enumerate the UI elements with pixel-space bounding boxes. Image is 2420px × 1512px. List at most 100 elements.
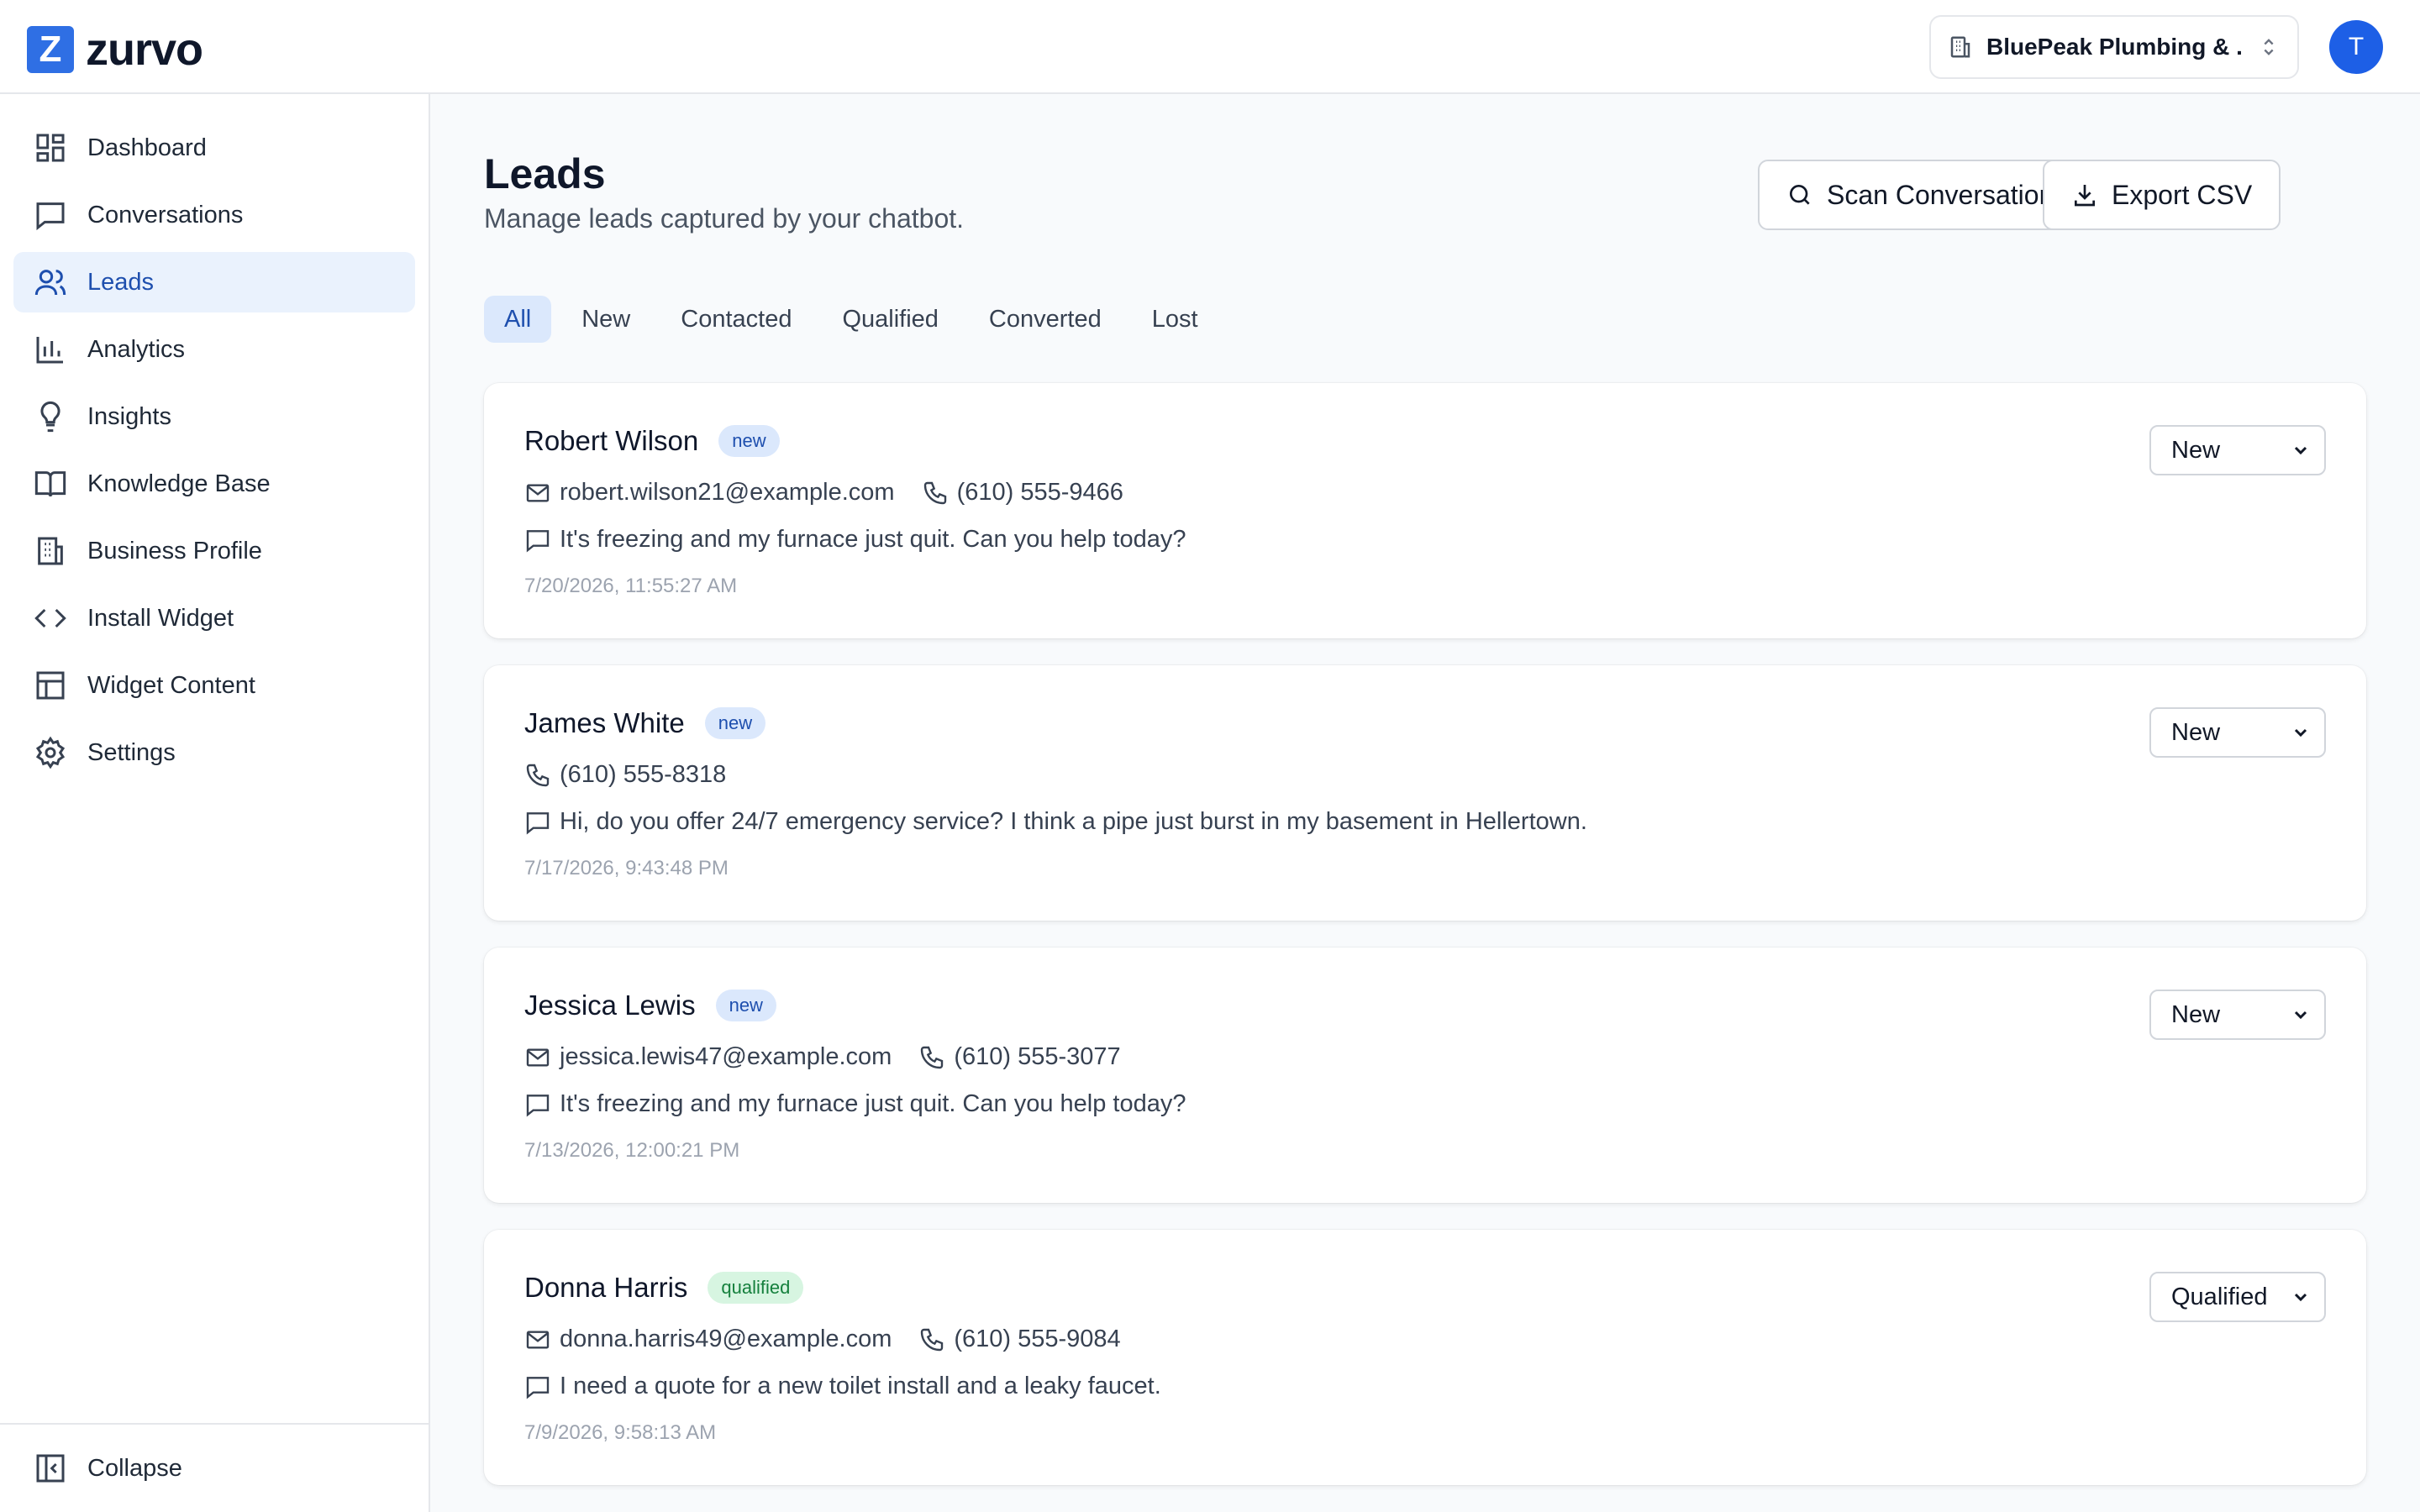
lead-phone[interactable]: (610) 555-8318 (524, 761, 726, 789)
lead-message: It's freezing and my furnace just quit. … (524, 526, 1186, 554)
lead-message-text: Hi, do you offer 24/7 emergency service?… (560, 808, 1587, 835)
lead-status-select[interactable]: Qualified (2149, 1272, 2326, 1322)
lead-timestamp: 7/9/2026, 9:58:13 AM (524, 1421, 717, 1444)
chevron-down-icon (2294, 1011, 2307, 1020)
book-icon (34, 471, 66, 497)
export-csv-button[interactable]: Export CSV (2043, 160, 2281, 230)
lead-status-select[interactable]: New (2149, 425, 2326, 475)
lead-card: James White new (610) 555-8318 Hi, do yo… (484, 665, 2366, 921)
collapse-button[interactable]: Collapse (34, 1452, 182, 1485)
sidebar-item-label: Knowledge Base (87, 470, 271, 497)
lead-status-select[interactable]: New (2149, 707, 2326, 758)
users-icon (34, 270, 66, 296)
dashboard-icon (36, 134, 65, 162)
lead-email-text: donna.harris49@example.com (560, 1326, 892, 1352)
sidebar-item-settings[interactable]: Settings (13, 722, 415, 783)
sidebar-item-label: Dashboard (87, 134, 207, 161)
lead-contact: jessica.lewis47@example.com (610) 555-30… (524, 1043, 1121, 1071)
message-square-icon (526, 1376, 550, 1399)
scan-label: Scan Conversations (1827, 179, 2068, 210)
message-square-icon (526, 811, 550, 834)
tab-contacted[interactable]: Contacted (660, 296, 812, 343)
page-title: Leads (484, 150, 606, 197)
sidebar-item-label: Leads (87, 268, 155, 296)
lead-email[interactable]: jessica.lewis47@example.com (524, 1043, 892, 1071)
sidebar-item-analytics[interactable]: Analytics (13, 319, 415, 380)
tab-converted[interactable]: Converted (969, 296, 1122, 343)
sidebar-item-knowledge-base[interactable]: Knowledge Base (13, 454, 415, 514)
sidebar-item-dashboard[interactable]: Dashboard (13, 118, 415, 178)
lightbulb-icon (40, 401, 60, 433)
lead-phone-text: (610) 555-9084 (954, 1326, 1121, 1352)
lead-email[interactable]: donna.harris49@example.com (524, 1326, 892, 1353)
lead-phone-text: (610) 555-9466 (956, 479, 1123, 506)
logo-text: zurvo (86, 24, 203, 75)
gear-icon (35, 736, 66, 769)
lead-timestamp: 7/20/2026, 11:55:27 AM (524, 575, 738, 597)
lead-name-row: Robert Wilson new (524, 425, 780, 457)
logo-mark: Z (27, 26, 74, 73)
lead-card: Robert Wilson new robert.wilson21@exampl… (484, 383, 2366, 638)
lead-message: Hi, do you offer 24/7 emergency service?… (524, 808, 1587, 836)
sidebar-item-label: Insights (87, 402, 171, 430)
tab-new[interactable]: New (561, 296, 650, 343)
lead-email-text: jessica.lewis47@example.com (560, 1043, 892, 1070)
status-tabs: All New Contacted Qualified Converted Lo… (484, 296, 1218, 343)
sidebar-item-label: Install Widget (87, 604, 234, 632)
lead-phone-text: (610) 555-3077 (954, 1043, 1121, 1070)
lead-timestamp: 7/13/2026, 12:00:21 PM (524, 1139, 740, 1162)
lead-status-value: New (2171, 1000, 2221, 1028)
chevron-down-icon (2294, 446, 2307, 455)
lead-status-select[interactable]: New (2149, 990, 2326, 1040)
sidebar-footer: Collapse (0, 1423, 429, 1512)
tab-lost[interactable]: Lost (1132, 296, 1218, 343)
sidebar-item-label: Settings (87, 738, 176, 766)
lead-timestamp: 7/17/2026, 9:43:48 PM (524, 857, 729, 879)
lead-card: Jessica Lewis new jessica.lewis47@exampl… (484, 948, 2366, 1203)
search-icon (1790, 185, 1810, 205)
lead-name-row: James White new (524, 707, 766, 739)
status-badge: new (704, 707, 766, 739)
download-icon (2075, 185, 2095, 207)
tab-all[interactable]: All (484, 296, 552, 343)
bar-chart-icon (36, 337, 63, 364)
sidebar-item-install-widget[interactable]: Install Widget (13, 588, 415, 648)
mail-icon (526, 483, 550, 502)
lead-status-value: Qualified (2171, 1283, 2268, 1310)
business-selector[interactable]: BluePeak Plumbing & ... (1929, 15, 2299, 79)
lead-contact: donna.harris49@example.com (610) 555-908… (524, 1326, 1121, 1353)
sidebar-item-label: Business Profile (87, 537, 262, 564)
lead-status-value: New (2171, 436, 2221, 464)
building-icon (1950, 36, 1970, 58)
lead-status-value: New (2171, 718, 2221, 746)
logo[interactable]: Z zurvo (27, 24, 203, 76)
lead-name-row: Donna Harris qualified (524, 1272, 804, 1304)
phone-icon (921, 1046, 944, 1068)
layout-icon (36, 671, 65, 700)
avatar[interactable]: T (2329, 20, 2383, 74)
lead-phone[interactable]: (610) 555-9466 (922, 479, 1123, 507)
message-square-icon (36, 202, 65, 231)
lead-phone[interactable]: (610) 555-3077 (918, 1043, 1121, 1071)
building-icon (38, 537, 63, 565)
code-icon (34, 608, 66, 628)
mail-icon (526, 1047, 550, 1067)
sidebar-item-conversations[interactable]: Conversations (13, 185, 415, 245)
lead-contact: robert.wilson21@example.com (610) 555-94… (524, 479, 1123, 507)
sidebar-item-business-profile[interactable]: Business Profile (13, 521, 415, 581)
lead-message: It's freezing and my furnace just quit. … (524, 1090, 1186, 1118)
lead-message-text: It's freezing and my furnace just quit. … (560, 1090, 1186, 1117)
sidebar-item-widget-content[interactable]: Widget Content (13, 655, 415, 716)
sidebar: Dashboard Conversations Leads Analytics … (0, 94, 430, 1512)
phone-icon (526, 764, 550, 786)
status-badge: new (718, 425, 780, 457)
tab-qualified[interactable]: Qualified (822, 296, 958, 343)
export-label: Export CSV (2112, 179, 2253, 210)
sidebar-item-insights[interactable]: Insights (13, 386, 415, 447)
message-square-icon (526, 1094, 550, 1116)
lead-phone[interactable]: (610) 555-9084 (918, 1326, 1121, 1353)
sidebar-item-leads[interactable]: Leads (13, 252, 415, 312)
lead-email[interactable]: robert.wilson21@example.com (524, 479, 895, 507)
lead-email-text: robert.wilson21@example.com (560, 479, 895, 506)
collapse-icon (36, 1454, 65, 1483)
